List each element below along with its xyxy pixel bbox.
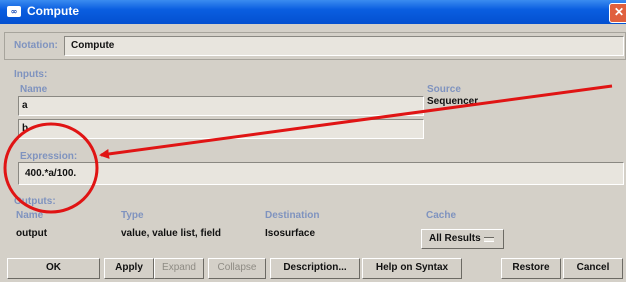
compute-window: ∞ Compute ✕ Notation: Compute Inputs: Na… [0,0,626,282]
annotation-circle [3,122,99,214]
annotation-overlay [3,84,613,214]
annotation-arrow [99,84,613,159]
